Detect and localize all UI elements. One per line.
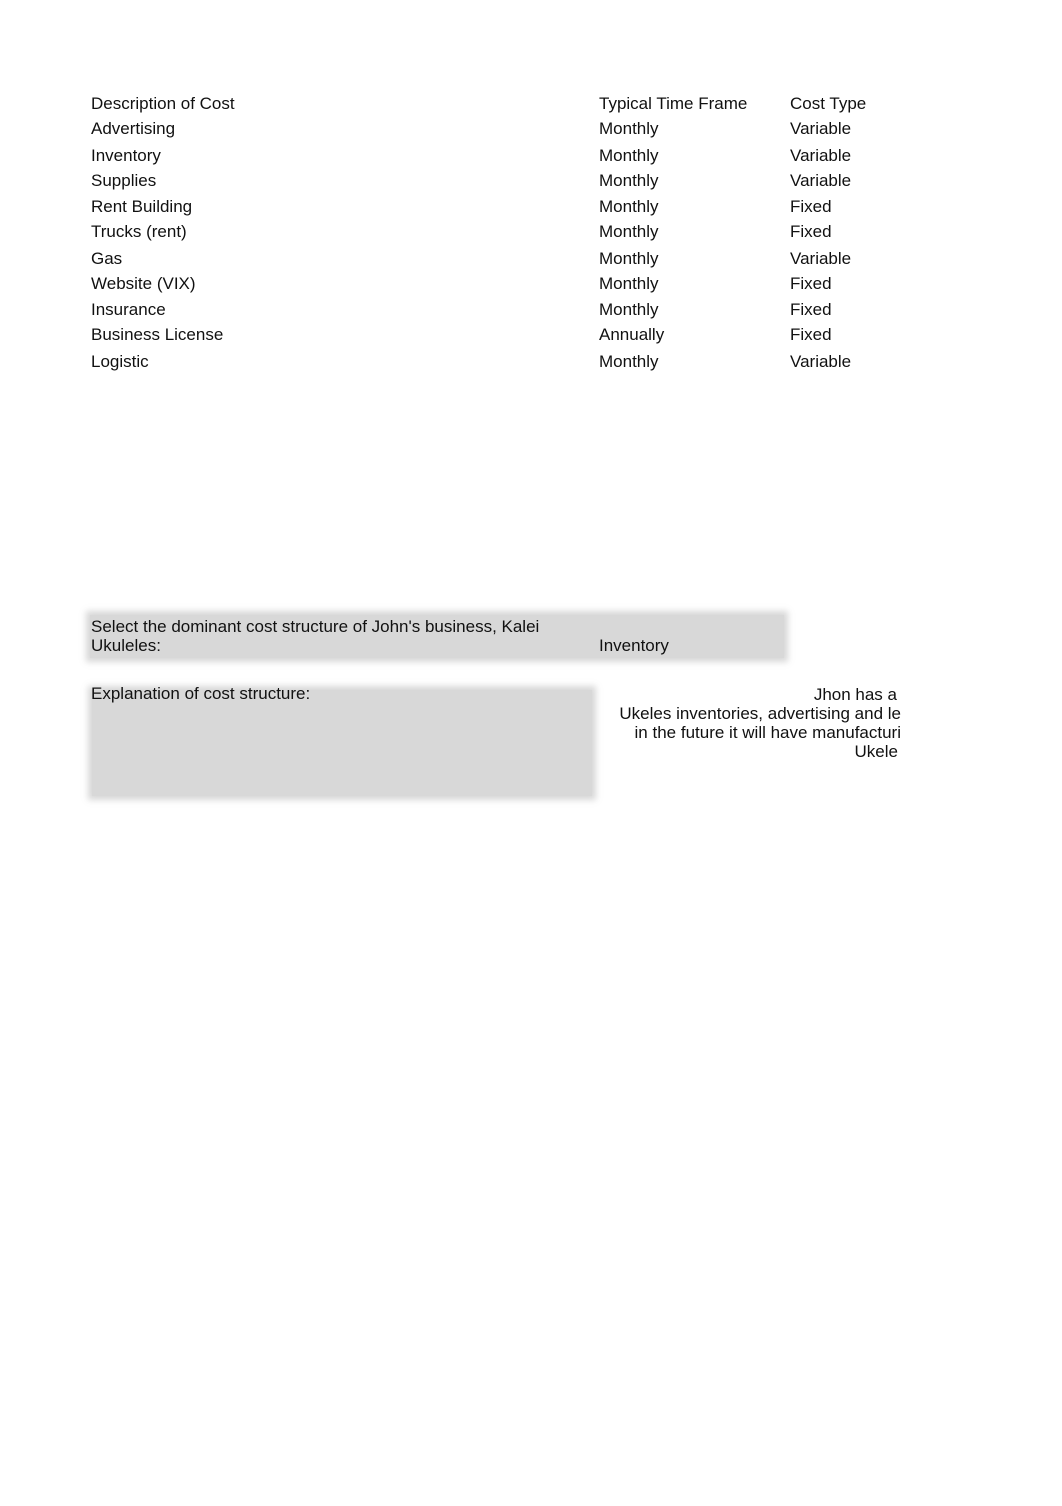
explanation-line: Ukeles inventories, advertising and le xyxy=(619,704,901,723)
cell-description[interactable]: Trucks (rent) xyxy=(91,222,187,242)
cell-time-frame[interactable]: Monthly xyxy=(599,274,659,294)
cell-description[interactable]: Website (VIX) xyxy=(91,274,196,294)
cell-time-frame[interactable]: Monthly xyxy=(599,249,659,269)
cell-description[interactable]: Inventory xyxy=(91,146,161,166)
dominant-cost-answer[interactable]: Inventory xyxy=(599,636,669,656)
cell-description[interactable]: Business License xyxy=(91,325,223,345)
cell-cost-type[interactable]: Fixed xyxy=(790,274,832,294)
explanation-line: Ukele xyxy=(854,742,898,761)
explanation-label: Explanation of cost structure: xyxy=(91,684,311,703)
cell-cost-type[interactable]: Variable xyxy=(790,171,851,191)
explanation-shaded-area xyxy=(92,690,592,796)
cell-description[interactable]: Logistic xyxy=(91,352,149,372)
cell-time-frame[interactable]: Annually xyxy=(599,325,664,345)
header-description: Description of Cost xyxy=(91,94,235,113)
explanation-line: Jhon has a xyxy=(813,685,897,704)
header-cost-type: Cost Type xyxy=(790,94,867,113)
cell-cost-type[interactable]: Variable xyxy=(790,146,851,166)
cell-cost-type[interactable]: Fixed xyxy=(790,197,832,217)
explanation-line: in the future it will have manufacturi xyxy=(634,723,901,742)
cell-cost-type[interactable]: Fixed xyxy=(790,222,832,242)
cell-description[interactable]: Supplies xyxy=(91,171,156,191)
explanation-text[interactable]: Jhon has a Ukeles inventories, advertisi… xyxy=(619,685,901,761)
cell-cost-type[interactable]: Variable xyxy=(790,119,851,139)
cell-time-frame[interactable]: Monthly xyxy=(599,146,659,166)
cell-time-frame[interactable]: Monthly xyxy=(599,171,659,191)
cell-cost-type[interactable]: Variable xyxy=(790,249,851,269)
cell-time-frame[interactable]: Monthly xyxy=(599,222,659,242)
dominant-cost-prompt-line2: Ukuleles: xyxy=(91,636,161,655)
cell-time-frame[interactable]: Monthly xyxy=(599,197,659,217)
cell-cost-type[interactable]: Fixed xyxy=(790,325,832,345)
cell-description[interactable]: Insurance xyxy=(91,300,166,320)
cell-cost-type[interactable]: Fixed xyxy=(790,300,832,320)
cell-description[interactable]: Advertising xyxy=(91,119,175,139)
dominant-cost-prompt: Select the dominant cost structure of Jo… xyxy=(91,617,539,655)
cell-time-frame[interactable]: Monthly xyxy=(599,352,659,372)
cell-description[interactable]: Gas xyxy=(91,249,122,269)
cell-cost-type[interactable]: Variable xyxy=(790,352,851,372)
cell-description[interactable]: Rent Building xyxy=(91,197,192,217)
cell-time-frame[interactable]: Monthly xyxy=(599,119,659,139)
dominant-cost-prompt-line1: Select the dominant cost structure of Jo… xyxy=(91,617,540,636)
cell-time-frame[interactable]: Monthly xyxy=(599,300,659,320)
header-time-frame: Typical Time Frame xyxy=(599,94,748,113)
